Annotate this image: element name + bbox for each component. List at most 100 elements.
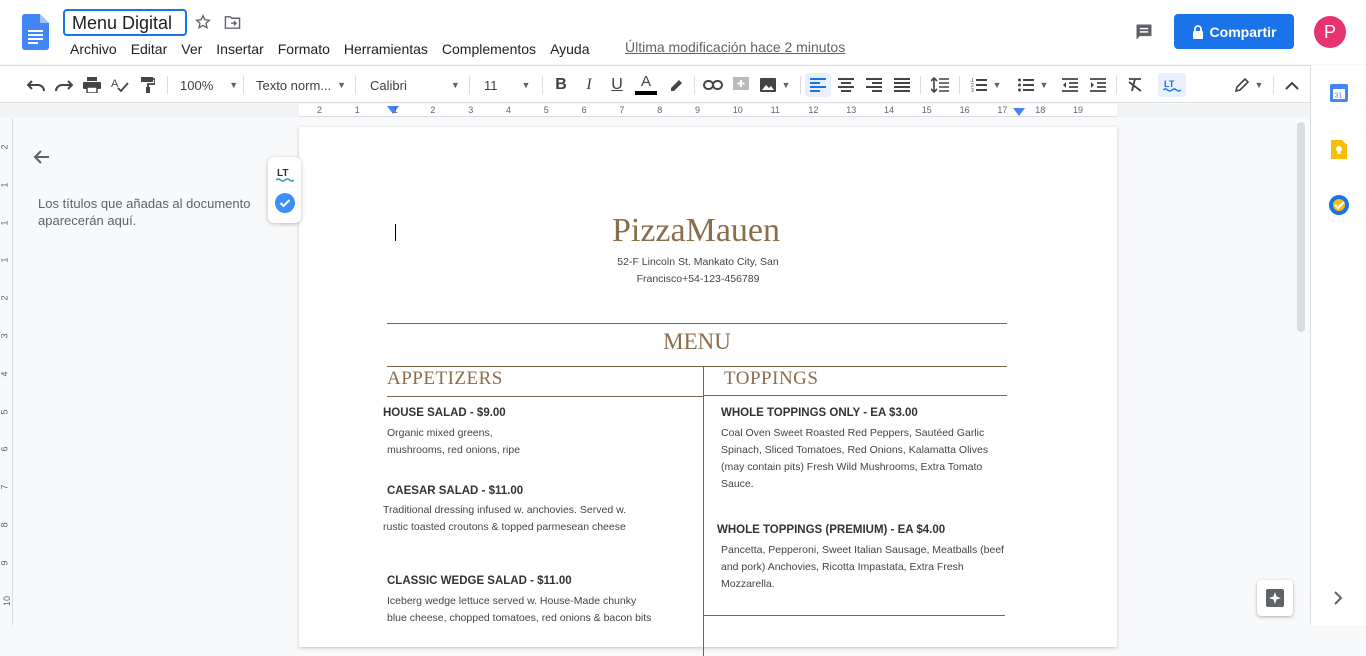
address-line-1: 52-F Lincoln St. Mankato City, San bbox=[617, 256, 779, 268]
svg-text:A: A bbox=[111, 78, 119, 90]
numbered-list-icon[interactable]: 1 2 3 ▼ bbox=[966, 73, 1006, 97]
chevron-down-icon: ▼ bbox=[521, 80, 531, 90]
text-color-icon[interactable]: A bbox=[634, 73, 658, 97]
menu-item-title: HOUSE SALAD - $9.00 bbox=[383, 407, 506, 419]
ruler-number: 5 bbox=[0, 409, 10, 415]
spellcheck-icon[interactable]: A bbox=[108, 73, 132, 97]
align-left-icon[interactable] bbox=[805, 73, 831, 97]
calendar-icon[interactable]: 31 bbox=[1330, 84, 1348, 102]
account-avatar[interactable]: P bbox=[1314, 16, 1346, 48]
bold-icon[interactable]: B bbox=[550, 73, 572, 97]
ruler-number: 11 bbox=[770, 105, 780, 115]
vertical-scrollbar[interactable] bbox=[1297, 122, 1305, 332]
star-icon[interactable] bbox=[193, 12, 213, 32]
docs-logo-icon[interactable] bbox=[22, 14, 49, 50]
share-button[interactable]: Compartir bbox=[1174, 14, 1294, 49]
horizontal-ruler[interactable]: 2 1 1 2 3 4 5 6 7 8 9 10 11 12 13 14 15 16 17 18 19 bbox=[299, 104, 1117, 117]
ruler-number: 7 bbox=[619, 105, 625, 115]
menu-archivo[interactable]: Archivo bbox=[63, 38, 124, 60]
column-divider bbox=[703, 366, 704, 656]
ruler-number: 12 bbox=[808, 105, 819, 115]
font-size-select[interactable]: 11 ▼ bbox=[484, 73, 536, 97]
chevron-right-icon[interactable] bbox=[1333, 591, 1343, 605]
menu-ver[interactable]: Ver bbox=[174, 38, 209, 60]
ruler-number: 2 bbox=[317, 105, 323, 115]
svg-text:LT: LT bbox=[277, 168, 288, 179]
clear-formatting-icon[interactable] bbox=[1123, 73, 1147, 97]
toolbar-separator bbox=[1273, 76, 1274, 94]
appetizers-heading: APPETIZERS bbox=[387, 368, 503, 389]
keep-icon[interactable] bbox=[1331, 140, 1347, 159]
paragraph-style-select[interactable]: Texto norm... ▼ bbox=[256, 73, 348, 97]
chevron-down-icon: ▼ bbox=[781, 80, 791, 90]
ruler-number: 15 bbox=[921, 105, 932, 115]
bulleted-list-icon[interactable]: ▼ bbox=[1013, 73, 1053, 97]
insert-image-icon[interactable]: ▼ bbox=[758, 73, 792, 97]
menu-insertar[interactable]: Insertar bbox=[209, 38, 270, 60]
toppings-heading: TOPPINGS bbox=[724, 368, 819, 389]
ruler-number: 9 bbox=[0, 560, 10, 566]
last-modified-link[interactable]: Última modificación hace 2 minutos bbox=[625, 39, 845, 55]
align-right-icon[interactable] bbox=[862, 73, 886, 97]
ruler-number: 8 bbox=[657, 105, 663, 115]
zoom-value: 100% bbox=[180, 77, 214, 93]
menu-herramientas[interactable]: Herramientas bbox=[337, 38, 435, 60]
menu-ayuda[interactable]: Ayuda bbox=[543, 38, 596, 60]
menu-editar[interactable]: Editar bbox=[124, 38, 175, 60]
comments-icon[interactable] bbox=[1132, 20, 1156, 44]
right-indent-marker-icon[interactable] bbox=[1012, 108, 1026, 117]
underline-icon[interactable]: U bbox=[606, 73, 628, 97]
toolbar-separator bbox=[1116, 76, 1117, 94]
divider-line bbox=[387, 396, 703, 397]
toolbar: A 100% ▼ Texto norm... ▼ Calibri ▼ 11 ▼ B I … bbox=[0, 65, 1310, 103]
align-justify-icon[interactable] bbox=[890, 73, 914, 97]
italic-icon[interactable]: I bbox=[578, 73, 600, 97]
menu-complementos[interactable]: Complementos bbox=[435, 38, 543, 60]
ruler-number: 3 bbox=[468, 105, 474, 115]
ruler-number: 3 bbox=[0, 333, 10, 339]
redo-icon[interactable] bbox=[52, 73, 76, 97]
collapse-toolbar-icon[interactable] bbox=[1280, 73, 1304, 97]
toolbar-separator bbox=[694, 76, 695, 94]
languagetool-panel: LT bbox=[268, 157, 301, 223]
close-outline-button[interactable] bbox=[30, 146, 52, 173]
vertical-ruler[interactable]: 2 1 1 1 2 3 4 5 6 7 8 9 10 bbox=[0, 118, 13, 625]
ruler-number: 13 bbox=[846, 105, 857, 115]
document-title-input[interactable]: Menu Digital bbox=[63, 9, 187, 36]
add-comment-icon[interactable] bbox=[729, 73, 753, 97]
print-icon[interactable] bbox=[80, 73, 104, 97]
move-folder-icon[interactable] bbox=[222, 12, 242, 32]
tasks-icon[interactable] bbox=[1329, 195, 1349, 215]
share-label: Compartir bbox=[1209, 23, 1277, 40]
chevron-down-icon: ▼ bbox=[337, 80, 347, 90]
document-page[interactable]: PizzaMauen 52-F Lincoln St. Mankato City… bbox=[299, 127, 1117, 656]
chevron-down-icon: ▼ bbox=[229, 80, 239, 90]
languagetool-logo-icon[interactable]: LT bbox=[276, 166, 294, 182]
menu-item-title: CAESAR SALAD - $11.00 bbox=[387, 485, 524, 497]
link-icon[interactable] bbox=[701, 73, 725, 97]
menu-formato[interactable]: Formato bbox=[271, 38, 337, 60]
explore-button[interactable] bbox=[1257, 580, 1293, 616]
toolbar-separator bbox=[920, 76, 921, 94]
increase-indent-icon[interactable] bbox=[1086, 73, 1110, 97]
ruler-number: 2 bbox=[0, 295, 10, 301]
ruler-number: 2 bbox=[0, 144, 10, 150]
zoom-select[interactable]: 100% ▼ bbox=[180, 73, 239, 97]
ruler-number: 4 bbox=[506, 105, 512, 115]
divider-line bbox=[387, 323, 1007, 324]
ruler-number: 6 bbox=[581, 105, 587, 115]
ruler-number: 16 bbox=[959, 105, 970, 115]
ruler-number: 17 bbox=[997, 105, 1008, 115]
editing-mode-icon[interactable]: ▼ bbox=[1230, 73, 1268, 97]
align-center-icon[interactable] bbox=[834, 73, 858, 97]
decrease-indent-icon[interactable] bbox=[1058, 73, 1082, 97]
check-circle-icon[interactable] bbox=[275, 193, 295, 213]
highlight-icon[interactable] bbox=[665, 73, 687, 97]
toolbar-separator bbox=[959, 76, 960, 94]
line-spacing-icon[interactable] bbox=[928, 73, 952, 97]
font-select[interactable]: Calibri ▼ bbox=[370, 73, 462, 97]
toolbar-separator bbox=[355, 76, 356, 94]
languagetool-icon[interactable]: LT bbox=[1158, 73, 1186, 97]
undo-icon[interactable] bbox=[24, 73, 48, 97]
paint-format-icon[interactable] bbox=[136, 73, 160, 97]
